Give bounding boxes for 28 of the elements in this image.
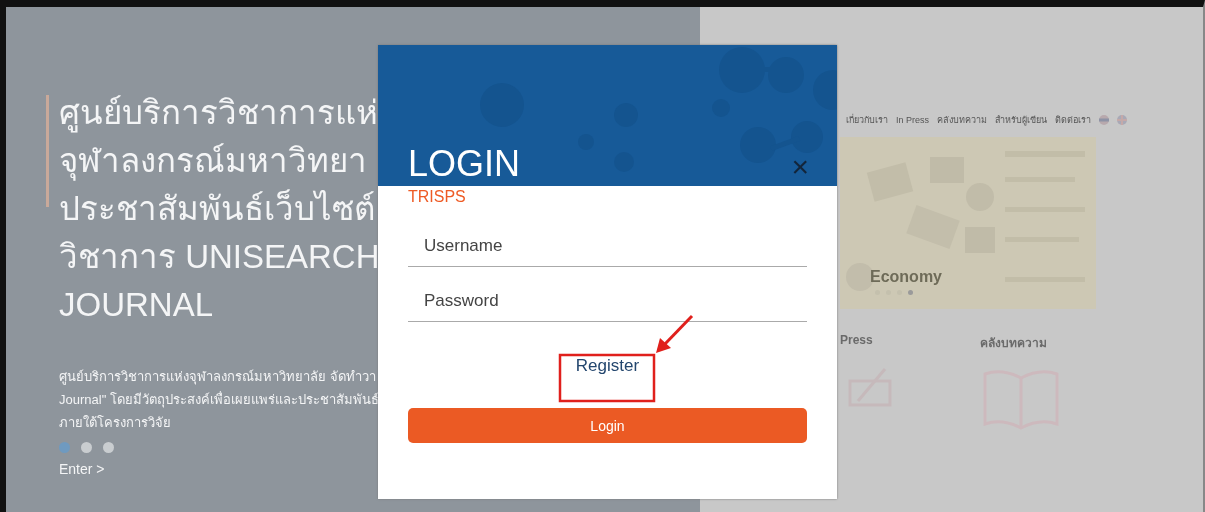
enter-link[interactable]: Enter > [59, 461, 105, 477]
hero-headline: JOURNAL [59, 285, 215, 325]
hero-headline: ศูนย์บริการวิชาการแห่ [59, 93, 379, 135]
login-button[interactable]: Login [408, 408, 807, 443]
flag-icon[interactable] [1099, 115, 1109, 125]
hero-headline: วิชาการ UNISEARCH [59, 237, 380, 277]
nav-item[interactable]: In Press [896, 115, 929, 125]
register-link[interactable]: Register [575, 356, 640, 376]
carousel-dot[interactable] [81, 442, 92, 453]
annotation-arrow [656, 314, 694, 353]
hero-headline: ประชาสัมพันธ์เว็บไซต์ [59, 188, 376, 229]
section-title: Press [840, 333, 874, 347]
hero-text: ภายใต้โครงการวิจัย [59, 414, 172, 432]
dialog-title: LOGIN [408, 144, 521, 184]
section-title: คลังบทความ [980, 335, 1048, 352]
nav-item[interactable]: เกี่ยวกับเรา [846, 113, 888, 127]
nav-item[interactable]: คลังบทความ [937, 113, 987, 127]
carousel-dot[interactable] [103, 442, 114, 453]
carousel-dot[interactable] [908, 290, 913, 295]
carousel-dot[interactable] [59, 442, 70, 453]
hero-text: ศูนย์บริการวิชาการแห่งจุฬาลงกรณ์มหาวิทยาลัย จัดทำวา [59, 368, 377, 387]
flag-icon[interactable] [1117, 115, 1127, 125]
banner-caption: Economy [870, 268, 943, 286]
nav-item[interactable]: สำหรับผู้เขียน [995, 113, 1047, 127]
nav-item[interactable]: ติดต่อเรา [1055, 113, 1091, 127]
dialog-subtitle: TRISPS [408, 188, 467, 206]
hero-headline: จุฬาลงกรณ์มหาวิทยา [59, 141, 368, 183]
hero-text: Journal" โดยมีวัตถุประสงค์เพื่อเผยแพร่และประชาสัมพันธ์ [59, 390, 380, 410]
